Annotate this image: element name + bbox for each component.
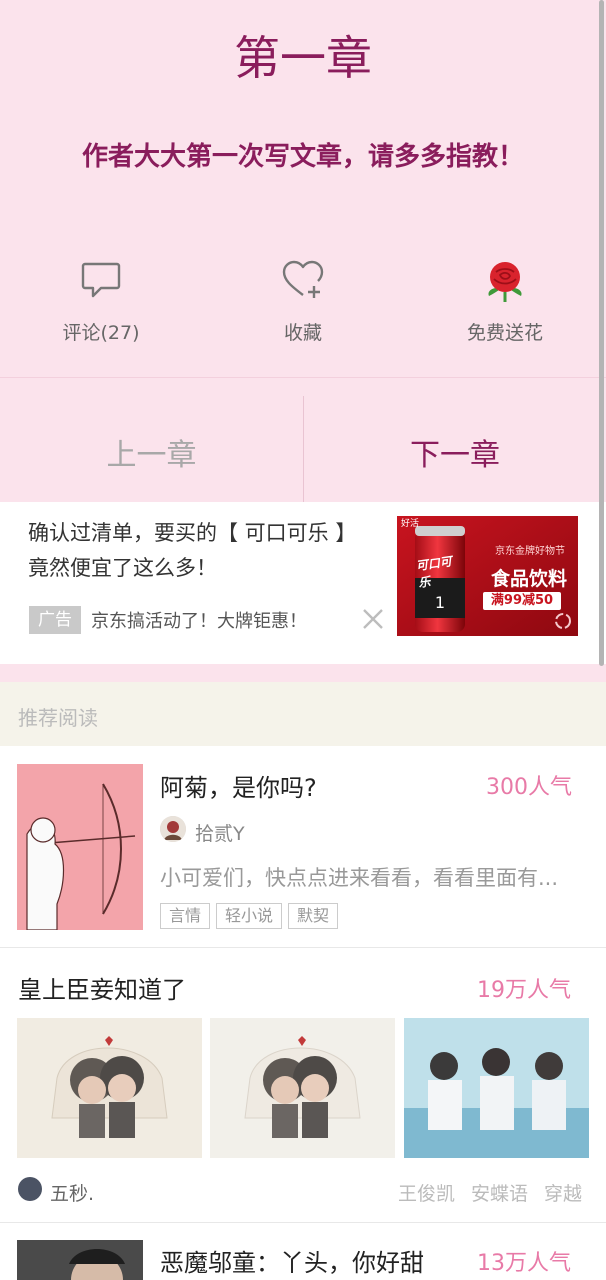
ad-banner[interactable]: 确认过清单，要买的【 可口可乐 】 竟然便宜了这么多！ 广告 京东搞活动了！大牌… xyxy=(0,502,606,664)
ad-badge: 广告 xyxy=(29,606,81,634)
tag[interactable]: 默契 xyxy=(288,903,339,929)
scrollbar[interactable] xyxy=(599,0,604,666)
book-tags: 王俊凯 安蝶语 穿越 xyxy=(382,1179,582,1206)
ad-image-subtitle: 京东金牌好物节 xyxy=(495,546,565,557)
book-cover xyxy=(17,1240,143,1280)
book-card[interactable]: 皇上臣妾知道了 19万人气 五秒. 王俊凯 安蝶语 穿越 xyxy=(0,948,606,1223)
book-author: 五秒. xyxy=(50,1183,95,1205)
rose-icon xyxy=(488,262,522,302)
book-card[interactable]: 阿菊，是你吗? 300人气 拾贰Y 小可爱们，快点点进来看看，看看里面有... … xyxy=(0,746,606,948)
chapter-end-panel: 第一章 作者大大第一次写文章，请多多指教！ 评论(27) 收藏 免费送花 上一章… xyxy=(0,0,606,503)
book-author: 拾贰Y xyxy=(195,823,245,845)
tag[interactable]: 轻小说 xyxy=(216,903,283,929)
archer-illustration xyxy=(17,764,143,930)
book-title: 皇上臣妾知道了 xyxy=(18,976,186,1004)
ad-headline-line2: 竟然便宜了这么多！ xyxy=(28,556,217,580)
comment-icon xyxy=(81,262,121,298)
book-title: 阿菊，是你吗? xyxy=(160,774,317,802)
heart-plus-icon xyxy=(282,260,324,298)
favorite-button[interactable]: 收藏 xyxy=(223,258,383,345)
ad-image-badge: 好活 xyxy=(401,519,420,529)
book-description: 小可爱们，快点点进来看看，看看里面有... xyxy=(160,866,559,890)
ad-headline: 确认过清单，要买的【 可口可乐 】 竟然便宜了这么多！ xyxy=(28,516,378,586)
ad-headline-line1: 确认过清单，要买的【 可口可乐 】 xyxy=(28,521,357,545)
book-popularity: 13万人气 xyxy=(477,1251,571,1276)
ad-source: 京东搞活动了！大牌钜惠！ xyxy=(91,611,307,632)
book-title: 恶魔邬童：丫头，你好甜 xyxy=(160,1249,424,1277)
ad-image-can-text: 可口可乐 xyxy=(415,554,453,591)
section-separator xyxy=(0,664,606,682)
chapter-title: 第一章 xyxy=(234,31,372,85)
comment-label: 评论(27) xyxy=(62,322,140,344)
next-chapter-button[interactable]: 下一章 xyxy=(304,430,606,474)
close-icon[interactable] xyxy=(360,606,386,632)
tag[interactable]: 穿越 xyxy=(544,1183,582,1205)
avatar xyxy=(160,816,186,842)
book-tags: 言情 轻小说 默契 xyxy=(160,903,344,929)
book-thumbnail xyxy=(210,1018,395,1158)
book-popularity: 19万人气 xyxy=(477,978,571,1003)
send-flower-button[interactable]: 免费送花 xyxy=(425,258,585,345)
favorite-label: 收藏 xyxy=(283,322,322,344)
tag[interactable]: 言情 xyxy=(160,903,211,929)
book-card[interactable]: 恶魔邬童：丫头，你好甜 13万人气 xyxy=(0,1223,606,1280)
book-cover xyxy=(17,764,143,930)
tag[interactable]: 安蝶语 xyxy=(471,1183,528,1205)
book-thumbnail xyxy=(404,1018,589,1158)
svg-text:1: 1 xyxy=(435,593,445,612)
recommend-header: 推荐阅读 xyxy=(0,682,606,746)
refresh-icon xyxy=(555,613,571,629)
send-flower-label: 免费送花 xyxy=(466,322,543,344)
book-thumbnail xyxy=(17,1018,202,1158)
tag[interactable]: 王俊凯 xyxy=(398,1183,455,1205)
avatar xyxy=(18,1177,42,1201)
author-note: 作者大大第一次写文章，请多多指教！ xyxy=(82,142,525,172)
chapter-actions: 评论(27) 收藏 免费送花 xyxy=(0,258,606,358)
chapter-navigation: 上一章 下一章 xyxy=(0,377,606,503)
book-popularity: 300人气 xyxy=(486,775,572,800)
ad-image[interactable]: 1 好活 可口可乐 京东金牌好物节 食品饮料 满99减50 xyxy=(397,516,578,636)
prev-chapter-button[interactable]: 上一章 xyxy=(0,430,303,474)
comment-button[interactable]: 评论(27) xyxy=(21,258,181,345)
ad-image-promo: 满99减50 xyxy=(483,592,561,610)
ad-image-title: 食品饮料 xyxy=(490,568,567,590)
recommend-header-label: 推荐阅读 xyxy=(18,706,98,730)
